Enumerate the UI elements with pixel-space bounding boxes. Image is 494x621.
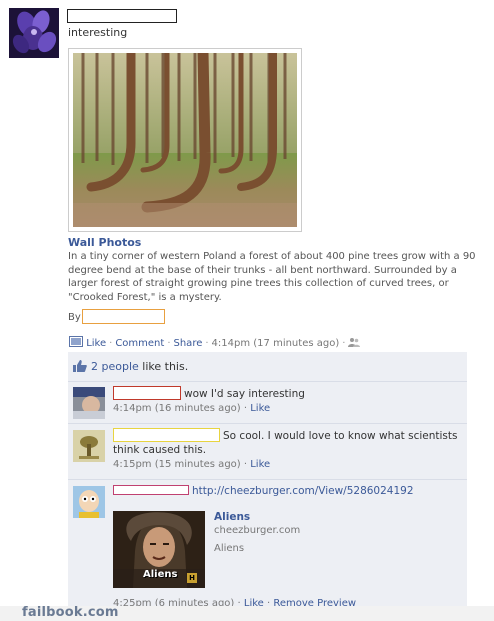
commenter-avatar[interactable] [73,486,105,518]
history-badge: H [187,573,197,583]
photo-icon [69,336,83,350]
commenter-avatar[interactable] [73,430,105,462]
shared-link[interactable]: http://cheezburger.com/View/5286024192 [192,485,414,497]
comment-item: wow I'd say interesting 4:14pm (16 minut… [68,381,467,423]
feedback-panel: 2 people like this. wow I'd say interest… [68,352,467,614]
photo-description: In a tiny corner of western Poland a for… [68,251,476,303]
comment-like-button[interactable]: Like [250,403,270,414]
album-link-wall-photos[interactable]: Wall Photos [68,236,141,249]
comment-like-button[interactable]: Like [250,459,270,470]
thumbs-up-icon [73,360,87,372]
comment-item: http://cheezburger.com/View/5286024192 A… [68,479,467,614]
poster-avatar[interactable] [9,8,59,58]
comment-timestamp: 4:14pm (16 minutes ago) [113,403,241,414]
post-timestamp: 4:14pm (17 minutes ago) [211,338,340,349]
link-preview-image[interactable]: Aliens H [113,511,205,588]
likes-summary: 2 people like this. [68,354,467,381]
post-text: interesting [68,26,128,39]
link-preview-caption: Aliens [214,543,245,554]
share-button[interactable]: Share [174,338,203,349]
flower-image [9,8,59,58]
link-preview-domain: cheezburger.com [214,525,301,536]
post-photo[interactable] [68,48,302,232]
poster-name-redacted[interactable] [67,9,177,23]
commenter-name-redacted[interactable] [113,386,181,400]
likes-suffix: like this. [142,360,189,373]
likes-count-link[interactable]: 2 people [91,360,139,373]
crooked-forest-photo [73,53,297,227]
commenter-avatar[interactable] [73,387,105,419]
preview-image-text: Aliens [143,569,178,580]
commenter-name-redacted[interactable] [113,485,189,495]
failbook-watermark: failbook.com [22,605,119,620]
post-actions: Like · Comment · Share · 4:14pm (17 minutes ag… [69,336,361,350]
comment-timestamp: 4:15pm (15 minutes ago) [113,459,241,470]
comment-text: wow I'd say interesting [184,388,305,400]
commenter-name-redacted[interactable] [113,428,220,442]
comment-item: So cool. I would love to know what scien… [68,423,467,479]
comment-button[interactable]: Comment [115,338,164,349]
like-button[interactable]: Like [86,338,106,349]
friends-privacy-icon [348,337,361,350]
photo-owner-redacted[interactable] [82,309,165,324]
by-label: By [68,312,81,323]
link-preview-title[interactable]: Aliens [214,511,250,523]
